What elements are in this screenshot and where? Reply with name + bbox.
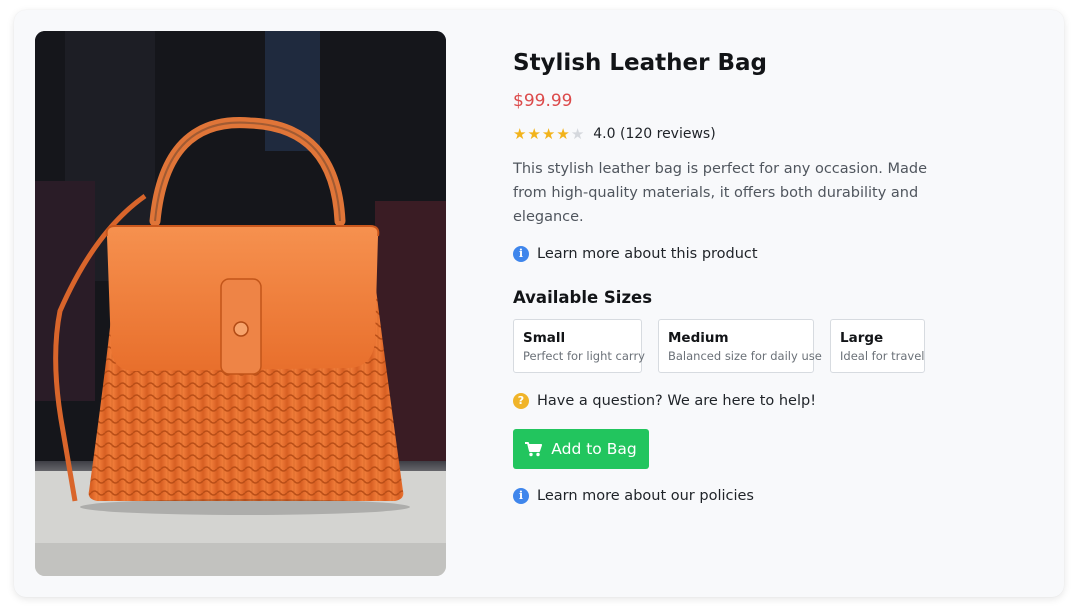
add-to-bag-label: Add to Bag (551, 440, 637, 458)
size-description: Balanced size for daily use (668, 349, 822, 363)
sizes-heading: Available Sizes (513, 288, 653, 307)
learn-more-policies-link[interactable]: i Learn more about our policies (513, 488, 754, 504)
size-option-medium[interactable]: Medium Balanced size for daily use (658, 319, 822, 373)
size-options: Small Perfect for light carry Medium Bal… (513, 319, 925, 373)
star-filled-icon: ★ (541, 125, 556, 143)
product-description: This stylish leather bag is perfect for … (513, 161, 928, 225)
size-description: Ideal for travel (840, 349, 925, 363)
add-to-bag-button[interactable]: Add to Bag (513, 429, 649, 469)
star-filled-icon: ★ (527, 125, 541, 143)
star-filled-icon: ★ (556, 125, 570, 143)
star-empty-icon: ★ (570, 125, 585, 143)
rating-stars: ★ ★ ★ ★ ★ (513, 126, 584, 142)
product-rating: ★ ★ ★ ★ ★ 4.0 (120 reviews) (513, 126, 716, 142)
size-option-small[interactable]: Small Perfect for light carry (513, 319, 645, 373)
star-filled-icon: ★ (513, 125, 527, 143)
size-option-large[interactable]: Large Ideal for travel (830, 319, 925, 373)
orange-bag-illustration (35, 31, 446, 576)
size-name: Large (840, 330, 884, 346)
product-card: Stylish Leather Bag $99.99 ★ ★ ★ ★ ★ 4.0 (12… (14, 10, 1064, 597)
size-name: Small (523, 330, 566, 346)
info-circle-icon: i (513, 488, 529, 504)
size-name: Medium (668, 330, 729, 346)
product-price: $99.99 (513, 91, 573, 111)
learn-more-policies-label[interactable]: Learn more about our policies (537, 488, 754, 504)
question-circle-icon: ? (513, 393, 529, 409)
product-image (35, 31, 446, 576)
rating-text: 4.0 (120 reviews) (593, 126, 716, 142)
product-title: Stylish Leather Bag (513, 50, 767, 76)
size-description: Perfect for light carry (523, 349, 645, 363)
learn-more-product-link[interactable]: i Learn more about this product (513, 246, 758, 262)
learn-more-product-label[interactable]: Learn more about this product (537, 246, 758, 262)
help-question-text: Have a question? We are here to help! (537, 393, 817, 409)
shopping-cart-icon (525, 441, 543, 456)
info-circle-icon: i (513, 246, 529, 262)
help-question-line: ? Have a question? We are here to help! (513, 393, 816, 409)
